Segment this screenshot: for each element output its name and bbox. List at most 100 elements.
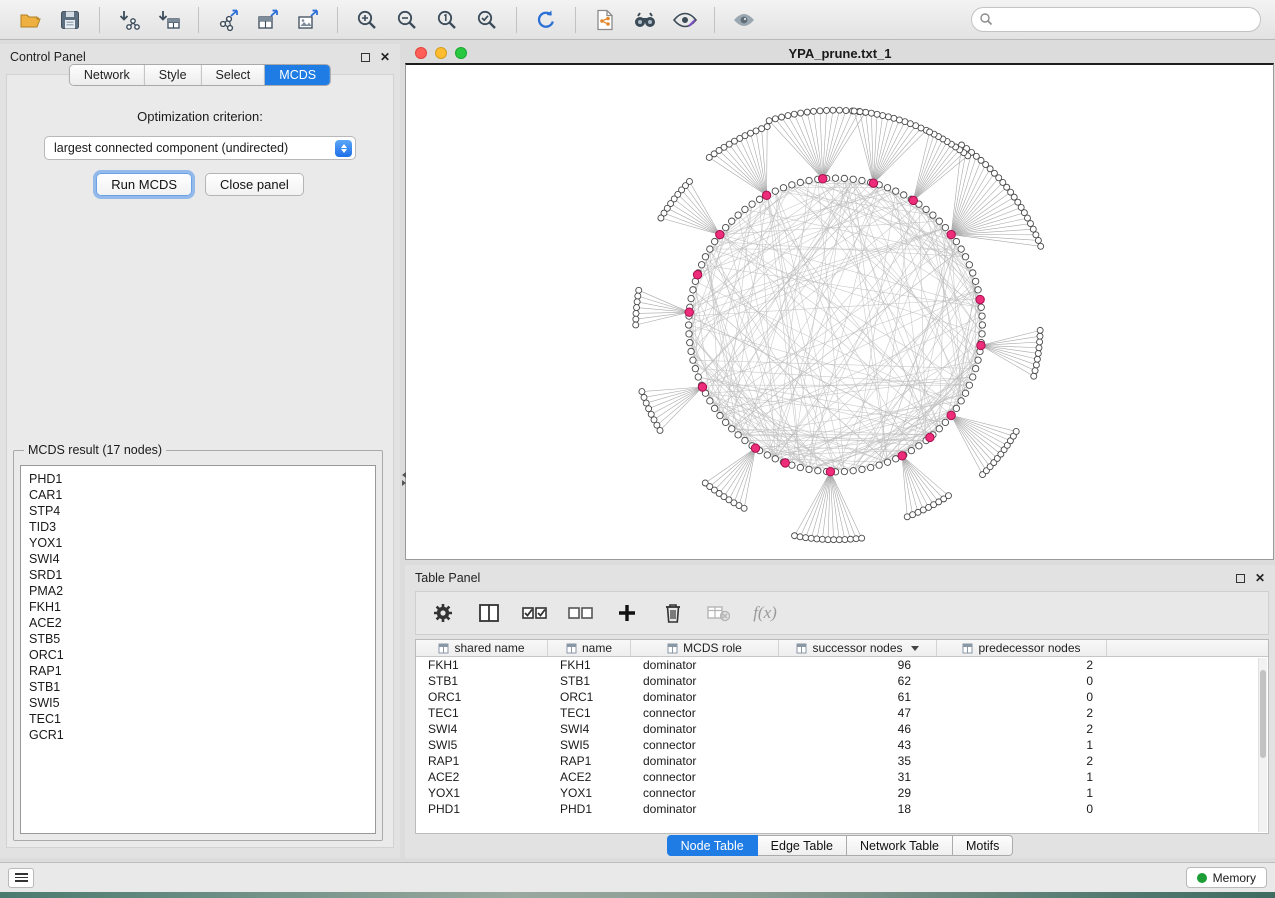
network-node[interactable] <box>711 238 717 244</box>
network-node[interactable] <box>634 299 640 305</box>
mcds-result-item[interactable]: YOX1 <box>29 535 367 551</box>
zoom-window-icon[interactable] <box>455 47 467 59</box>
select-none-button[interactable] <box>566 598 596 628</box>
network-node[interactable] <box>831 537 837 543</box>
network-node[interactable] <box>859 535 865 541</box>
network-node[interactable] <box>742 437 748 443</box>
network-node[interactable] <box>756 196 762 202</box>
network-node[interactable] <box>633 322 639 328</box>
close-panel-button[interactable]: Close panel <box>205 173 304 196</box>
network-node[interactable] <box>690 357 696 363</box>
network-node[interactable] <box>876 462 882 468</box>
network-node[interactable] <box>970 270 976 276</box>
run-mcds-button[interactable]: Run MCDS <box>96 173 192 196</box>
network-node[interactable] <box>857 109 863 115</box>
network-node[interactable] <box>830 107 836 113</box>
network-node[interactable] <box>633 310 639 316</box>
network-node[interactable] <box>815 468 821 474</box>
tab-node-table[interactable]: Node Table <box>667 835 758 856</box>
network-node[interactable] <box>707 398 713 404</box>
network-node[interactable] <box>685 322 691 328</box>
network-node[interactable] <box>759 126 765 132</box>
network-node[interactable] <box>729 218 735 224</box>
network-node[interactable] <box>979 322 985 328</box>
network-node[interactable] <box>797 534 803 540</box>
mcds-result-item[interactable]: TID3 <box>29 519 367 535</box>
network-node[interactable] <box>692 365 698 371</box>
mcds-result-item[interactable]: RAP1 <box>29 663 367 679</box>
network-node[interactable] <box>975 287 981 293</box>
zoom-actual-button[interactable] <box>427 4 467 36</box>
network-node[interactable] <box>1038 243 1044 249</box>
network-node[interactable] <box>927 129 933 135</box>
mcds-result-item[interactable]: TEC1 <box>29 711 367 727</box>
network-node[interactable] <box>711 405 717 411</box>
network-node[interactable] <box>735 212 741 218</box>
zoom-in-button[interactable] <box>347 4 387 36</box>
network-node[interactable] <box>806 466 812 472</box>
save-button[interactable] <box>50 4 90 36</box>
network-node[interactable] <box>850 468 856 474</box>
network-node[interactable] <box>797 464 803 470</box>
network-node[interactable] <box>1027 221 1033 227</box>
network-dominator-node[interactable] <box>898 452 906 460</box>
close-window-icon[interactable] <box>415 47 427 59</box>
network-node[interactable] <box>874 111 880 117</box>
tab-select[interactable]: Select <box>202 65 266 85</box>
network-node[interactable] <box>958 246 964 252</box>
network-node[interactable] <box>824 107 830 113</box>
network-node[interactable] <box>698 262 704 268</box>
add-row-button[interactable] <box>612 598 642 628</box>
network-dominator-node[interactable] <box>826 468 834 476</box>
close-table-panel-icon[interactable]: ✕ <box>1255 572 1265 584</box>
network-node[interactable] <box>1035 237 1041 243</box>
tab-mcds[interactable]: MCDS <box>265 65 330 85</box>
network-node[interactable] <box>741 505 747 511</box>
network-node[interactable] <box>643 400 649 406</box>
network-node[interactable] <box>867 464 873 470</box>
network-node[interactable] <box>789 182 795 188</box>
network-node[interactable] <box>636 287 642 293</box>
network-node[interactable] <box>884 185 890 191</box>
network-node[interactable] <box>695 374 701 380</box>
network-dominator-node[interactable] <box>762 191 770 199</box>
network-node[interactable] <box>657 427 663 433</box>
network-node[interactable] <box>817 108 823 114</box>
open-folder-button[interactable] <box>10 4 50 36</box>
table-row[interactable]: SWI5SWI5connector431 <box>416 737 1268 753</box>
refresh-layout-button[interactable] <box>526 4 566 36</box>
network-node[interactable] <box>880 113 886 119</box>
mcds-result-item[interactable]: ORC1 <box>29 647 367 663</box>
network-node[interactable] <box>1034 356 1040 362</box>
export-network-button[interactable] <box>208 4 248 36</box>
network-node[interactable] <box>942 419 948 425</box>
network-node[interactable] <box>837 107 843 113</box>
zoom-fit-selected-button[interactable] <box>467 4 507 36</box>
column-header-predecessor-nodes[interactable]: predecessor nodes <box>937 640 1107 656</box>
show-hide-eye-button[interactable] <box>724 4 764 36</box>
network-dominator-node[interactable] <box>926 433 934 441</box>
network-node[interactable] <box>847 536 853 542</box>
network-dominator-node[interactable] <box>685 308 693 316</box>
network-node[interactable] <box>851 108 857 114</box>
float-table-panel-icon[interactable] <box>1236 574 1245 583</box>
network-node[interactable] <box>1035 350 1041 356</box>
mcds-result-item[interactable]: CAR1 <box>29 487 367 503</box>
tab-motifs[interactable]: Motifs <box>953 835 1013 856</box>
network-graph[interactable] <box>406 65 1273 559</box>
optimization-criterion-dropdown[interactable]: largest connected component (undirected) <box>44 136 356 160</box>
network-node[interactable] <box>936 426 942 432</box>
network-node[interactable] <box>1036 345 1042 351</box>
tab-network-table[interactable]: Network Table <box>847 835 953 856</box>
network-node[interactable] <box>1030 226 1036 232</box>
network-node[interactable] <box>908 447 914 453</box>
network-node[interactable] <box>798 110 804 116</box>
network-node[interactable] <box>972 365 978 371</box>
network-node[interactable] <box>729 426 735 432</box>
mcds-result-item[interactable]: FKH1 <box>29 599 367 615</box>
network-node[interactable] <box>836 537 842 543</box>
network-node[interactable] <box>975 357 981 363</box>
network-node[interactable] <box>635 293 641 299</box>
network-dominator-node[interactable] <box>819 175 827 183</box>
import-table-button[interactable] <box>149 4 189 36</box>
